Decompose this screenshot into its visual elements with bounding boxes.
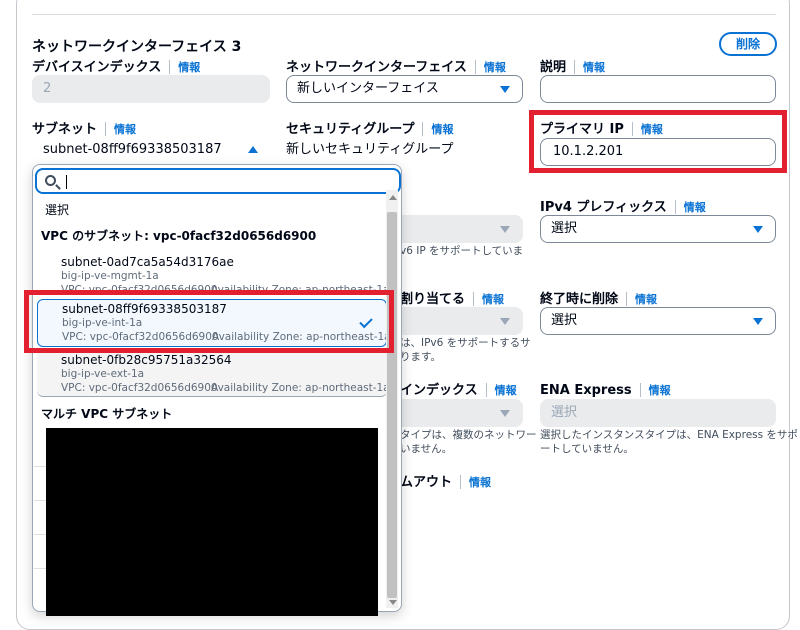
scroll-up-arrow-icon[interactable] [389,195,397,200]
ena-express-hint-1: 選択したインスタンスタイプは、ENA Express をサポ [540,429,798,441]
highlight-box-primary-ip [529,110,787,173]
delete-button[interactable]: 削除 [719,32,777,56]
ena-express-select: 選択 [540,399,776,427]
network-interface-label-row: ネットワークインターフェイス 情報 [286,56,506,75]
ipv4-prefix-info-link[interactable]: 情報 [684,201,706,214]
dropdown-group-vpc: VPC のサブネット: vpc-0facf32d0656d6900 [41,229,317,243]
delete-on-termination-value: 選択 [551,313,578,328]
option-subnet-tag: big-ip-ve-mgmt-1a [61,270,159,282]
assign-label: 割り当てる [400,292,466,307]
subnet-select[interactable]: subnet-08ff9f69338503187 [32,137,270,165]
description-label-row: 説明 情報 [540,56,605,75]
divider [32,14,776,15]
divider [34,534,46,535]
redacted-area [46,428,378,616]
ena-express-info-link[interactable]: 情報 [649,384,671,397]
delete-on-termination-select[interactable]: 選択 [540,307,776,335]
dropdown-option-subnet[interactable]: subnet-0fb28c95751a32564 big-ip-ve-ext-1… [37,351,390,397]
ipv6-hint: v6 IP をサポートしていま [400,245,524,257]
highlight-box-selected-subnet [24,290,394,353]
network-interface-select[interactable]: 新しいインターフェイス [286,75,523,103]
index-info-link[interactable]: 情報 [495,384,517,397]
search-icon [45,175,56,186]
assign-select [400,307,523,335]
device-index-label: デバイスインデックス [32,60,162,75]
ipv4-prefix-label: IPv4 プレフィックス [540,200,667,215]
assign-hint-1: は、IPv6 をサポートするサ [400,337,531,349]
option-subnet-name: subnet-0fb28c95751a32564 [61,353,232,367]
section-title: ネットワークインターフェイス 3 [32,39,242,55]
caret-down-icon [500,226,510,233]
ipv4-prefix-value: 選択 [551,221,578,236]
dropdown-option-select[interactable]: 選択 [45,201,69,218]
delete-on-termination-info-link[interactable]: 情報 [635,293,657,306]
timeout-label-row: ムアウト 情報 [400,471,491,490]
ipv6-select [400,215,523,243]
network-interface-info-link[interactable]: 情報 [484,61,506,74]
network-interface-value: 新しいインターフェイス [297,81,439,96]
caret-up-icon [248,146,258,153]
subnet-info-link[interactable]: 情報 [114,123,136,136]
subnet-label: サブネット [32,122,98,137]
scroll-down-arrow-icon[interactable] [389,600,397,605]
assign-info-link[interactable]: 情報 [482,293,504,306]
dropdown-scrollbar-thumb[interactable] [387,212,397,598]
description-input[interactable] [540,75,776,103]
divider [34,568,46,569]
index-select [400,399,523,427]
divider [34,500,46,501]
security-group-label: セキュリティグループ [286,122,415,137]
timeout-label: ムアウト [400,475,453,490]
caret-down-icon [500,318,510,325]
option-subnet-name: subnet-0ad7ca5a54d3176ae [61,255,234,269]
ena-express-hint-2: ートしていません。 [540,443,634,455]
index-hint-1: タイプは、複数のネットワー [400,429,537,441]
ena-express-label-row: ENA Express 情報 [540,379,671,398]
device-index-info-link[interactable]: 情報 [178,61,200,74]
caret-down-icon [753,226,763,233]
caret-down-icon [500,86,510,93]
security-group-value: 新しいセキュリティグループ [286,142,454,157]
delete-on-termination-label: 終了時に削除 [540,292,619,307]
ipv4-prefix-label-row: IPv4 プレフィックス 情報 [540,196,706,215]
index-label-row: インデックス 情報 [400,379,517,398]
ena-express-label: ENA Express [540,383,632,398]
option-subnet-vpc: VPC: vpc-0facf32d0656d6900 [61,382,218,394]
index-label: インデックス [400,383,478,398]
assign-label-row: 割り当てる 情報 [400,288,504,307]
caret-down-icon [753,318,763,325]
security-group-label-row: セキュリティグループ 情報 [286,118,453,137]
option-subnet-tag: big-ip-ve-ext-1a [61,368,145,380]
security-group-info-link[interactable]: 情報 [431,123,453,136]
subnet-value: subnet-08ff9f69338503187 [43,142,222,157]
timeout-info-link[interactable]: 情報 [469,476,491,489]
divider [34,466,46,467]
index-hint-2: いません。 [400,443,453,455]
text-cursor [66,175,67,189]
device-index-label-row: デバイスインデックス 情報 [32,56,200,75]
description-info-link[interactable]: 情報 [583,61,605,74]
caret-down-icon [500,410,510,417]
subnet-label-row: サブネット 情報 [32,118,136,137]
description-label: 説明 [540,60,567,75]
assign-hint-2: ります。 [400,351,441,363]
option-subnet-az: Availability Zone: ap-northeast-1a [211,382,390,394]
delete-on-termination-label-row: 終了時に削除 情報 [540,288,657,307]
network-interface-label: ネットワークインターフェイス [286,60,467,75]
dropdown-group-multi-vpc: マルチ VPC サブネット [41,407,173,421]
device-index-field: 2 [32,75,270,103]
ipv4-prefix-select[interactable]: 選択 [540,215,776,243]
subnet-search-input[interactable] [35,168,401,194]
